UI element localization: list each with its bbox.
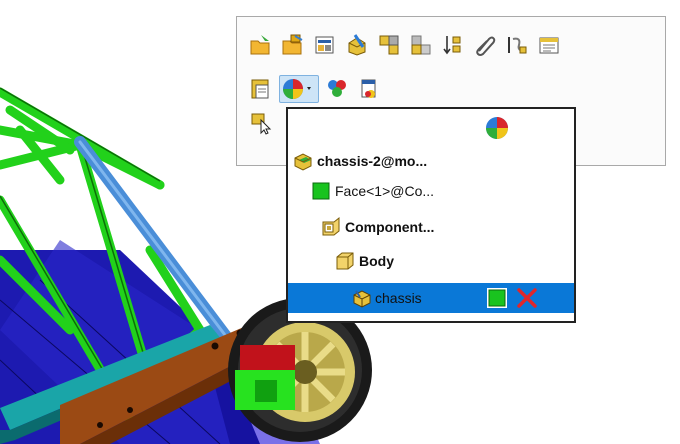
multi-color-icon[interactable]: [323, 75, 351, 103]
appearance-dropdown-icon[interactable]: [279, 75, 319, 103]
selection-item-face[interactable]: Face<1>@Co...: [310, 177, 434, 205]
configuration-icon[interactable]: [247, 75, 275, 103]
open-assembly-icon[interactable]: [279, 31, 307, 59]
mate-icon[interactable]: [471, 31, 499, 59]
appearance-sphere-icon[interactable]: [484, 115, 510, 141]
reference-icon[interactable]: [503, 31, 531, 59]
toolbar-row-1: [247, 31, 563, 59]
remove-appearance-icon[interactable]: [516, 287, 538, 309]
selection-item-assembly[interactable]: chassis-2@mo...: [292, 147, 427, 175]
toolbar-row-2: [247, 75, 383, 103]
edit-component-icon[interactable]: [343, 31, 371, 59]
body-icon: [334, 250, 356, 272]
component-icon: [320, 216, 342, 238]
open-part-icon[interactable]: [247, 31, 275, 59]
properties-icon[interactable]: [535, 31, 563, 59]
component-properties-icon[interactable]: [311, 31, 339, 59]
hide-components-icon[interactable]: [407, 31, 435, 59]
isolate-icon[interactable]: [375, 31, 403, 59]
selection-item-body[interactable]: Body: [334, 247, 394, 275]
selection-item-label: Body: [359, 253, 394, 269]
select-other-icon[interactable]: [247, 109, 275, 137]
selection-item-label: Component...: [345, 219, 435, 235]
document-icon[interactable]: [355, 75, 383, 103]
rebuild-icon[interactable]: [439, 31, 467, 59]
selection-item-label: chassis-2@mo...: [317, 153, 428, 169]
selection-item-label: chassis: [375, 290, 422, 306]
edit-appearance-icon[interactable]: [486, 287, 508, 309]
part-icon: [350, 287, 372, 309]
assembly-icon: [292, 150, 314, 172]
selection-item-component[interactable]: Component...: [320, 213, 434, 241]
selection-item-label: Face<1>@Co...: [335, 183, 435, 199]
toolbar-row-3: [247, 109, 275, 137]
face-icon: [310, 180, 332, 202]
selection-breadcrumb-panel: chassis-2@mo... Face<1>@Co... Component.…: [286, 107, 576, 323]
